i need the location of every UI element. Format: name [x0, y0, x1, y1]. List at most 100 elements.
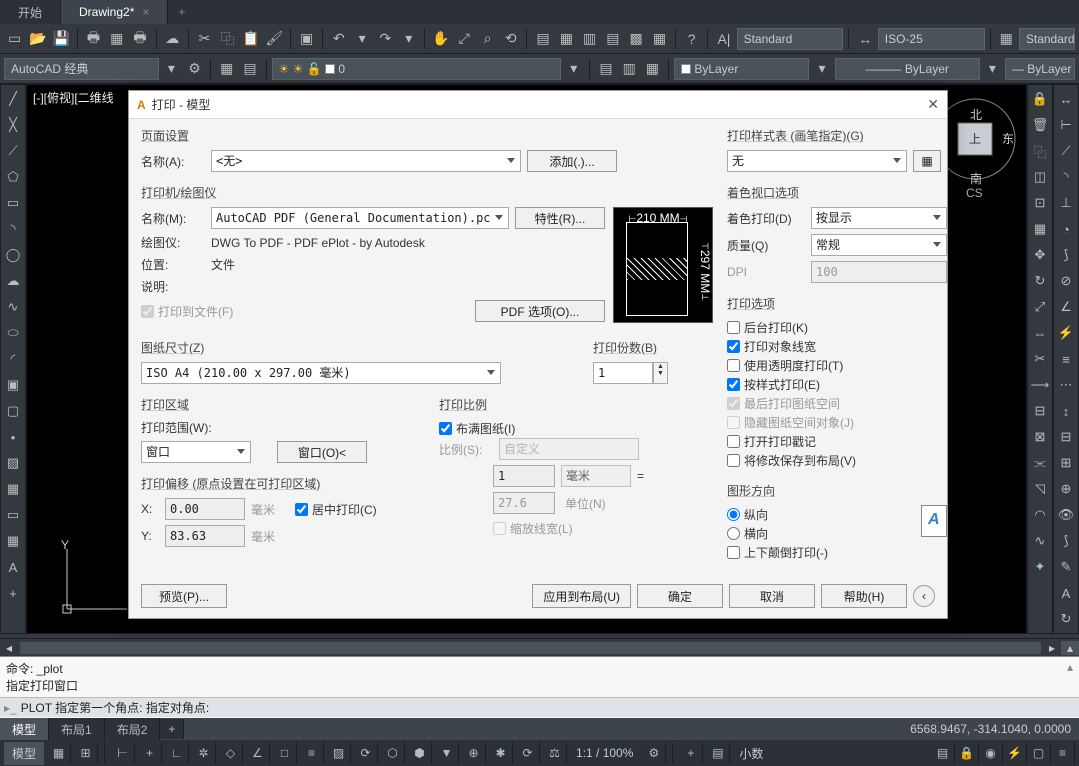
cloud-icon[interactable]: ☁: [162, 28, 183, 50]
tool-palettes-icon[interactable]: ▥: [579, 28, 600, 50]
layer-drop-icon[interactable]: ▾: [563, 58, 584, 80]
pan-icon[interactable]: ✋: [430, 28, 451, 50]
dim-update-icon[interactable]: ↻: [1056, 609, 1076, 629]
chamfer-icon[interactable]: ◹: [1030, 479, 1050, 499]
polyline-icon[interactable]: ⟋: [3, 141, 23, 161]
centermark-icon[interactable]: ⊕: [1056, 479, 1076, 499]
upside-down-check[interactable]: [727, 546, 740, 559]
isolate-icon[interactable]: ◉: [979, 742, 1003, 764]
workspace-combo[interactable]: AutoCAD 经典: [4, 58, 159, 80]
add-page-setup-button[interactable]: 添加(.)...: [527, 150, 617, 172]
rotate-icon[interactable]: ↻: [1030, 271, 1050, 291]
close-icon[interactable]: ×: [142, 5, 149, 19]
tab-start[interactable]: 开始: [0, 0, 61, 24]
gizmo-icon[interactable]: ⊕: [462, 742, 486, 764]
anno-scale-icon[interactable]: ⚖: [543, 742, 567, 764]
array-icon[interactable]: ▦: [1030, 219, 1050, 239]
copies-input[interactable]: [593, 362, 653, 384]
xline-icon[interactable]: ╳: [3, 115, 23, 135]
dim-edit-icon[interactable]: ✎: [1056, 557, 1076, 577]
help-button[interactable]: 帮助(H): [821, 584, 907, 608]
dim-tedit-icon[interactable]: A: [1056, 583, 1076, 603]
landscape-radio[interactable]: [727, 527, 740, 540]
linetype-drop-icon[interactable]: ▾: [982, 58, 1003, 80]
polar-icon[interactable]: ✲: [192, 742, 216, 764]
zoom-prev-icon[interactable]: ⟲: [500, 28, 521, 50]
fillet-icon[interactable]: ◠: [1030, 505, 1050, 525]
dim-aligned-icon[interactable]: ⟋: [1056, 141, 1076, 161]
ellipse-icon[interactable]: ⬭: [3, 323, 23, 343]
fit-to-paper-check[interactable]: [439, 422, 452, 435]
opt-styles-check[interactable]: [727, 378, 740, 391]
dim-jogged-icon[interactable]: ⟆: [1056, 245, 1076, 265]
join-icon[interactable]: ⫘: [1030, 453, 1050, 473]
layer-iso-icon[interactable]: ▤: [595, 58, 616, 80]
quality-select[interactable]: 常规: [811, 234, 947, 256]
dim-inspect-icon[interactable]: 👁: [1056, 505, 1076, 525]
tab-new-plus[interactable]: +: [168, 5, 195, 19]
infer-icon[interactable]: ⊢: [111, 742, 135, 764]
linetype-combo[interactable]: ——— ByLayer: [835, 58, 980, 80]
dim-space-icon[interactable]: ↕: [1056, 401, 1076, 421]
dim-jog-line-icon[interactable]: ⟆: [1056, 531, 1076, 551]
layout-tab-model[interactable]: 模型: [0, 718, 49, 741]
move-icon[interactable]: ✥: [1030, 245, 1050, 265]
anno-monitor-icon[interactable]: +: [679, 742, 703, 764]
mtext-icon[interactable]: A: [3, 557, 23, 577]
horizontal-scrollbar[interactable]: ◂ ▸ ▴: [0, 638, 1079, 656]
anno-visibility-icon[interactable]: ✱: [489, 742, 513, 764]
printer-select[interactable]: AutoCAD PDF (General Documentation).pc3: [211, 207, 509, 229]
window-pick-button[interactable]: 窗口(O)<: [277, 441, 367, 463]
viewport-label[interactable]: [-][俯视][二维线: [33, 89, 114, 106]
paper-size-select[interactable]: ISO A4 (210.00 x 297.00 毫米): [141, 362, 501, 384]
sheet-set-icon[interactable]: ▤: [602, 28, 623, 50]
blend-icon[interactable]: ∿: [1030, 531, 1050, 551]
point-icon[interactable]: •: [3, 427, 23, 447]
stretch-icon[interactable]: ⇔: [1030, 323, 1050, 343]
table-icon[interactable]: ▦: [3, 531, 23, 551]
layer-uniso-icon[interactable]: ▥: [619, 58, 640, 80]
dim-continue-icon[interactable]: ⋯: [1056, 375, 1076, 395]
dim-angular-icon[interactable]: ∠: [1056, 297, 1076, 317]
plot-range-select[interactable]: 窗口: [141, 441, 251, 463]
zoom-realtime-icon[interactable]: ⤢: [454, 28, 475, 50]
print-icon[interactable]: 🖶: [83, 28, 104, 50]
apply-to-layout-button[interactable]: 应用到布局(U): [532, 584, 631, 608]
text-style-icon[interactable]: A|: [713, 28, 734, 50]
insert-block-icon[interactable]: ▣: [3, 375, 23, 395]
layer-freeze-icon[interactable]: ▦: [642, 58, 663, 80]
scale-readout[interactable]: 1:1 / 100%: [570, 746, 639, 760]
explode-icon[interactable]: ✦: [1030, 557, 1050, 577]
page-setup-name-select[interactable]: <无>: [211, 150, 521, 172]
text-style-combo[interactable]: Standard: [737, 28, 844, 50]
cmd-recent-icon[interactable]: ▴: [1067, 660, 1073, 674]
make-block-icon[interactable]: ▢: [3, 401, 23, 421]
3d-osnap-icon[interactable]: ⬡: [381, 742, 405, 764]
copy-obj-icon[interactable]: ⿻: [1030, 141, 1050, 161]
undo-drop-icon[interactable]: ▾: [352, 28, 373, 50]
cancel-button[interactable]: 取消: [729, 584, 815, 608]
erase-icon[interactable]: 🗑: [1030, 115, 1050, 135]
tolerance-icon[interactable]: ⊞: [1056, 453, 1076, 473]
undo-icon[interactable]: ↶: [328, 28, 349, 50]
workspace-drop-icon[interactable]: ▾: [161, 58, 182, 80]
revcloud-icon[interactable]: ☁: [3, 271, 23, 291]
region-icon[interactable]: ▭: [3, 505, 23, 525]
dialog-close-button[interactable]: ✕: [927, 96, 939, 113]
distance-icon[interactable]: ↔: [1056, 89, 1076, 109]
selection-filter-icon[interactable]: ▼: [435, 742, 459, 764]
cut-icon[interactable]: ✂: [194, 28, 215, 50]
block-icon[interactable]: ▣: [296, 28, 317, 50]
snap-icon[interactable]: ⊞: [74, 742, 98, 764]
layout-tab-add[interactable]: +: [160, 719, 184, 739]
dim-linear-icon[interactable]: ⊢: [1056, 115, 1076, 135]
addselected-icon[interactable]: +: [3, 583, 23, 603]
opt-save-layout-check[interactable]: [727, 454, 740, 467]
tab-drawing[interactable]: Drawing2*×: [61, 0, 168, 24]
ellipse-arc-icon[interactable]: ◜: [3, 349, 23, 369]
zoom-window-icon[interactable]: ⌕: [477, 28, 498, 50]
ok-button[interactable]: 确定: [637, 584, 723, 608]
dyn-ucs-icon[interactable]: ⬢: [408, 742, 432, 764]
new-icon[interactable]: ▭: [4, 28, 25, 50]
dim-quick-icon[interactable]: ⚡: [1056, 323, 1076, 343]
